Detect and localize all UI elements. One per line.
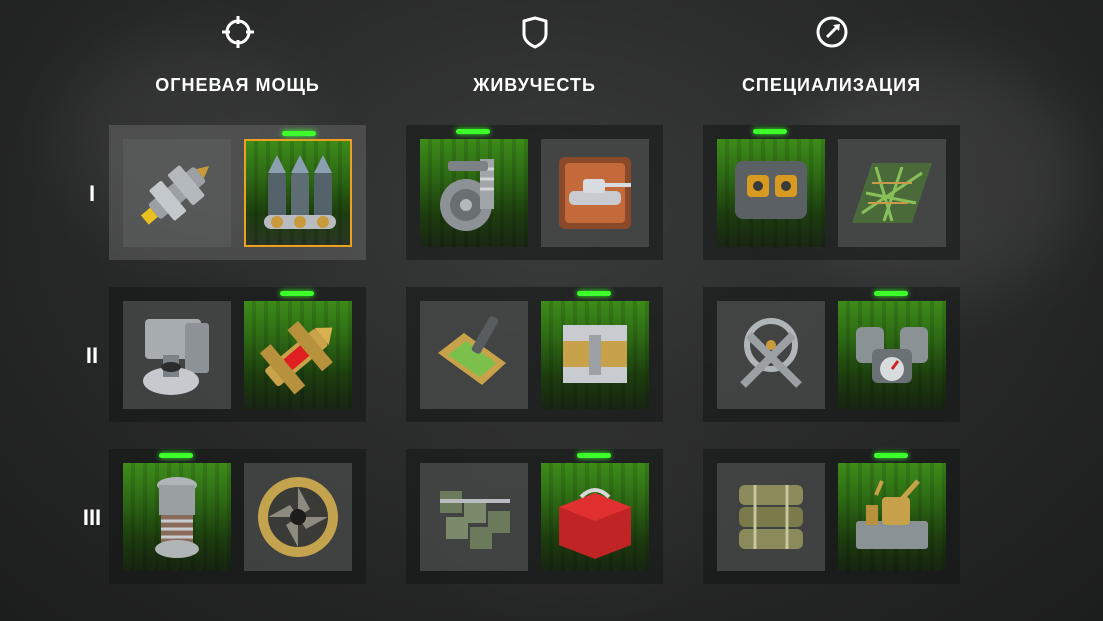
triple-shell-icon — [264, 155, 336, 229]
module-slot[interactable] — [541, 291, 649, 409]
module-slot[interactable] — [123, 301, 231, 409]
module-slot[interactable] — [244, 291, 352, 409]
firepower-tier-2 — [109, 287, 366, 422]
tool-kit-icon — [856, 479, 928, 549]
gun-mechanism-icon — [143, 319, 209, 395]
gauge-icon — [816, 16, 847, 48]
module-slot[interactable] — [838, 453, 946, 571]
toolbox-icon — [559, 488, 631, 559]
suspension-icon — [440, 159, 494, 231]
module-slot[interactable] — [420, 463, 528, 571]
shell-rammer-icon — [140, 165, 210, 225]
module-slot[interactable] — [717, 301, 825, 409]
camo-net-icon — [852, 163, 932, 223]
optics-icon — [735, 161, 807, 219]
module-slot[interactable] — [838, 139, 946, 247]
module-slot[interactable] — [838, 291, 946, 409]
tier-label-1: I — [88, 181, 96, 206]
shield-icon — [522, 16, 547, 49]
active-indicator — [282, 131, 316, 136]
tier-label-3: III — [82, 505, 102, 530]
specialization-tier-1 — [703, 125, 960, 260]
module-slot[interactable] — [244, 463, 352, 571]
firepower-tier-1 — [109, 125, 366, 260]
crosshair-icon — [221, 16, 254, 48]
survivability-tier-1 — [406, 125, 663, 260]
survivability-tier-3 — [406, 449, 663, 584]
module-slot[interactable] — [420, 129, 528, 247]
active-indicator — [456, 129, 490, 134]
active-indicator — [577, 453, 611, 458]
column-title: ЖИВУЧЕСТЬ — [473, 75, 596, 95]
specialization-tier-2 — [703, 287, 960, 422]
module-slot[interactable] — [717, 463, 825, 571]
module-slot[interactable] — [717, 129, 825, 247]
module-slot[interactable] — [244, 131, 352, 247]
active-indicator — [280, 291, 314, 296]
column-title: ОГНЕВАЯ МОЩЬ — [155, 75, 320, 95]
aperture-icon — [258, 477, 338, 557]
module-slot[interactable] — [123, 139, 231, 247]
module-slot[interactable] — [123, 453, 231, 571]
red-shell-icon — [259, 320, 333, 395]
module-slot[interactable] — [541, 453, 649, 571]
active-indicator — [159, 453, 193, 458]
firepower-tier-3 — [109, 449, 366, 584]
specialization-tier-3 — [703, 449, 960, 584]
active-indicator — [874, 291, 908, 296]
active-indicator — [577, 291, 611, 296]
module-slot[interactable] — [541, 139, 649, 247]
armor-joint-icon — [563, 325, 627, 383]
active-indicator — [874, 453, 908, 458]
spring-cylinder-icon — [155, 477, 199, 558]
tier-label-2: II — [85, 343, 99, 368]
active-indicator — [753, 129, 787, 134]
tank-badge-icon — [559, 157, 631, 229]
survivability-tier-2 — [406, 287, 663, 422]
armor-plate-icon — [438, 316, 506, 385]
ammo-rack-icon — [739, 485, 803, 549]
wrench-icon — [740, 318, 802, 388]
column-title: СПЕЦИАЛИЗАЦИЯ — [741, 75, 922, 95]
module-slot[interactable] — [420, 301, 528, 409]
tracks-icon — [440, 491, 510, 549]
engine-icon — [856, 327, 928, 383]
